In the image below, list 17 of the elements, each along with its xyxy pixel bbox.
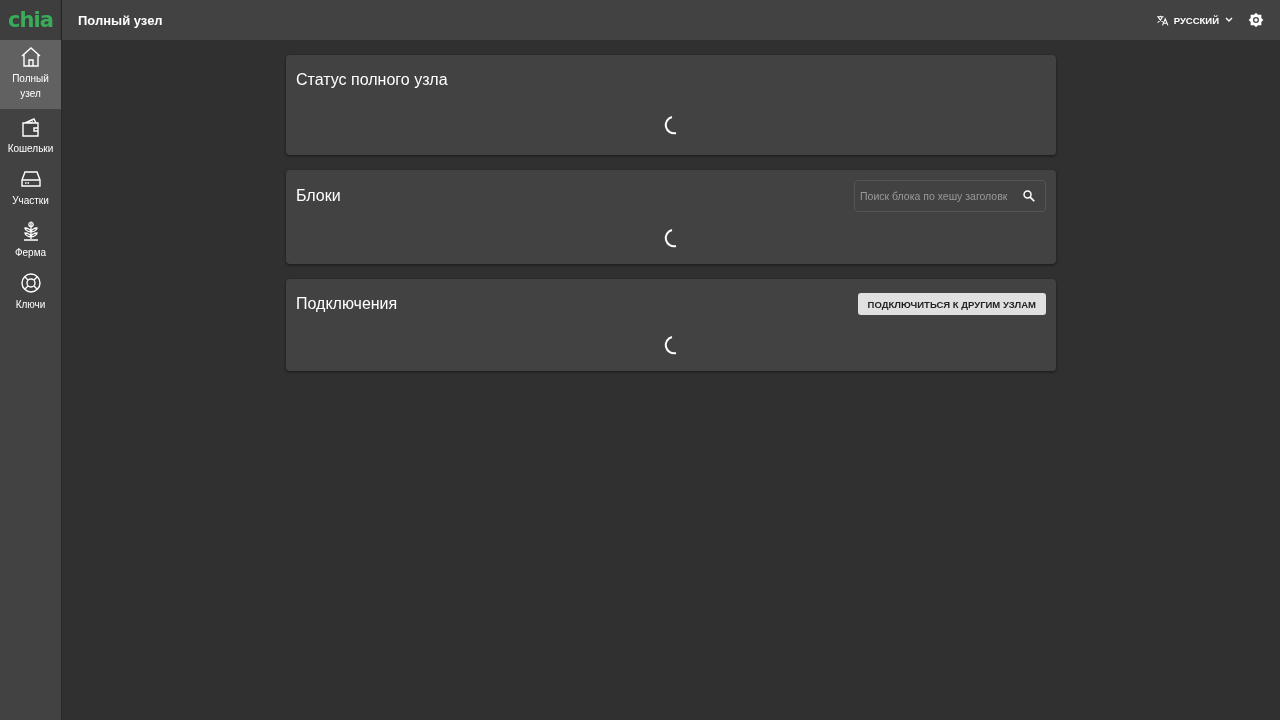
search-icon[interactable] [1022, 189, 1036, 203]
sidebar-item[interactable]: Ферма [0, 213, 61, 265]
logo[interactable]: chia [0, 0, 62, 40]
search-field[interactable]: Поиск блока по хешу заголовк [854, 180, 1046, 212]
card-title: Блоки [296, 187, 341, 205]
sidebar-item[interactable]: Полный узел [0, 40, 61, 109]
card-title: Статус полного узла [296, 71, 448, 89]
translate-icon [1155, 13, 1169, 27]
settings-icon[interactable] [1248, 12, 1264, 28]
sidebar-item[interactable]: Кошельки [0, 109, 61, 161]
connect-button[interactable]: ПОДКЛЮЧИТЬСЯ К ДРУГИМ УЗЛАМ [857, 293, 1046, 315]
language-selector[interactable]: РУССКИЙ [1155, 13, 1234, 27]
lifebuoy-icon [18, 271, 43, 295]
sidebar-item[interactable]: Участки [0, 161, 61, 213]
card-title: Подключения [296, 295, 398, 313]
page-title: Полный узел [78, 12, 164, 28]
sidebar-item[interactable]: Ключи [0, 265, 61, 317]
